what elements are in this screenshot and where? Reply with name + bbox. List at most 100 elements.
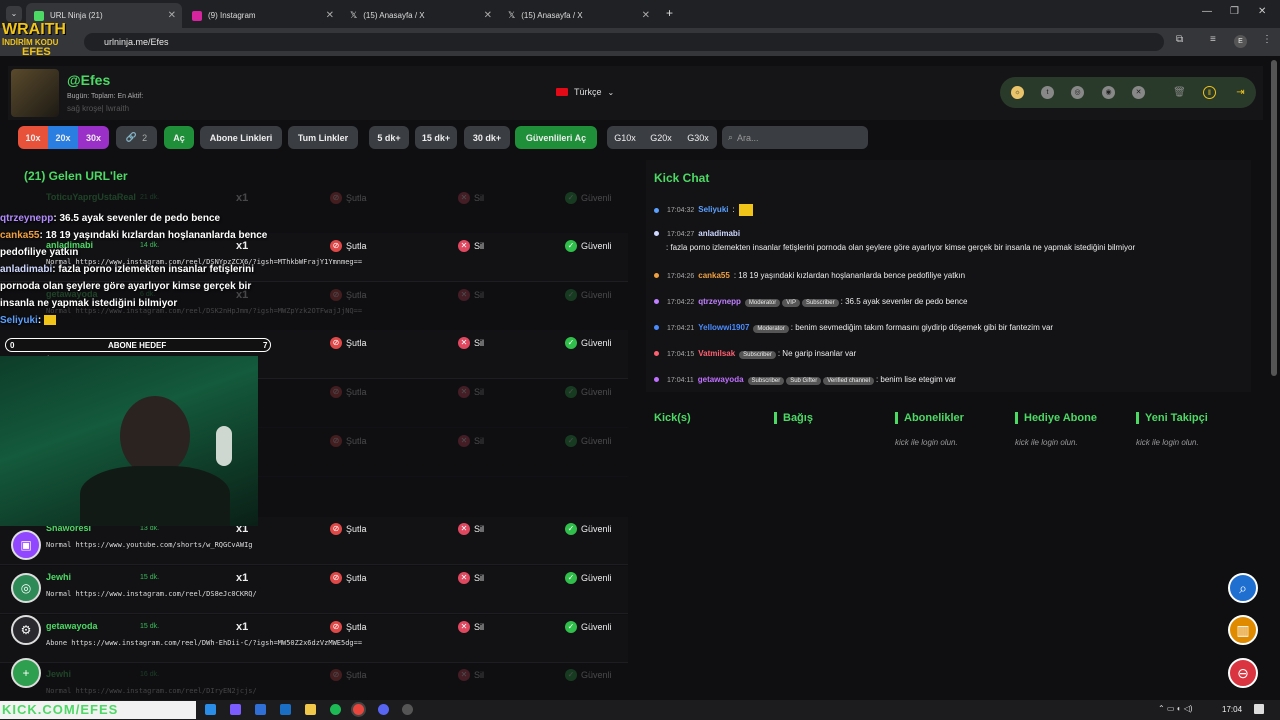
message-user[interactable]: Vatmilsak (698, 349, 735, 358)
safe-button[interactable]: ✓ Güvenli (565, 523, 612, 535)
tab-search-button[interactable]: ⌄ (6, 6, 22, 22)
copilot-icon[interactable] (230, 704, 241, 715)
skip-button[interactable]: ⊘ Şutla (330, 523, 367, 535)
delete-button[interactable]: ✕ Sil (458, 669, 484, 681)
obs-icon[interactable] (402, 704, 413, 715)
extensions-icon[interactable]: ⧉ (1176, 34, 1183, 45)
spotify-icon[interactable] (330, 704, 341, 715)
search-input[interactable]: ⌕ Ara... (722, 126, 868, 149)
remove-user-fab[interactable]: ⊖ (1228, 658, 1258, 688)
trash-icon[interactable]: 🗑 (1173, 86, 1186, 99)
close-tab-icon[interactable]: ✕ (168, 10, 176, 21)
group-g10x-button[interactable]: G10x (607, 126, 643, 149)
row-url[interactable]: Normal https://www.instagram.com/reel/DI… (46, 687, 257, 695)
url-field[interactable]: urlninja.me/Efes (84, 33, 1164, 51)
add-user-icon[interactable]: + (11, 658, 41, 688)
safe-button[interactable]: ✓ Güvenli (565, 621, 612, 633)
new-tab-button[interactable]: + (666, 6, 673, 20)
safe-button[interactable]: ✓ Güvenli (565, 289, 612, 301)
all-links-button[interactable]: Tum Linkler (288, 126, 358, 149)
message-user[interactable]: getawayoda (698, 375, 744, 384)
skip-button[interactable]: ⊘ Şutla (330, 435, 367, 447)
pause-icon[interactable]: ‖ (1203, 86, 1216, 99)
delete-button[interactable]: ✕ Sil (458, 523, 484, 535)
safe-button[interactable]: ✓ Güvenli (565, 435, 612, 447)
search-fab[interactable]: ⌕ (1228, 573, 1258, 603)
multiplier-30x-button[interactable]: 30x (78, 126, 109, 149)
tab-x-2[interactable]: 𝕏 (15) Anasayfa / X ✕ (500, 3, 656, 28)
tray-icons[interactable]: ⌃ ▭ ◐ ◁) (1158, 704, 1193, 713)
close-window-icon[interactable]: ✕ (1258, 6, 1266, 17)
delete-button[interactable]: ✕ Sil (458, 435, 484, 447)
filter-30min-button[interactable]: 30 dk+ (464, 126, 510, 149)
restore-icon[interactable]: ❐ (1230, 6, 1239, 17)
language-select[interactable]: Türkçe ⌄ (556, 87, 614, 97)
delete-button[interactable]: ✕ Sil (458, 192, 484, 204)
filter-15min-button[interactable]: 15 dk+ (415, 126, 457, 149)
skip-button[interactable]: ⊘ Şutla (330, 337, 367, 349)
safe-button[interactable]: ✓ Güvenli (565, 386, 612, 398)
group-g30x-button[interactable]: G30x (679, 126, 717, 149)
explorer-icon[interactable] (305, 704, 316, 715)
tab-instagram[interactable]: (9) Instagram ✕ (184, 3, 340, 28)
safe-button[interactable]: ✓ Güvenli (565, 669, 612, 681)
delete-button[interactable]: ✕ Sil (458, 386, 484, 398)
skip-button[interactable]: ⊘ Şutla (330, 621, 367, 633)
close-icon[interactable]: ✕ (1132, 86, 1145, 99)
delete-button[interactable]: ✕ Sil (458, 289, 484, 301)
skip-button[interactable]: ⊘ Şutla (330, 240, 367, 252)
chrome-icon[interactable] (353, 704, 364, 715)
open-safe-button[interactable]: Güvenlileri Aç (515, 126, 597, 149)
media-icon[interactable]: ≡ (1210, 34, 1216, 45)
message-user[interactable]: Seliyuki (698, 205, 728, 214)
skip-button[interactable]: ⊘ Şutla (330, 192, 367, 204)
close-tab-icon[interactable]: ✕ (642, 10, 650, 21)
skip-button[interactable]: ⊘ Şutla (330, 669, 367, 681)
safe-button[interactable]: ✓ Güvenli (565, 337, 612, 349)
delete-button[interactable]: ✕ Sil (458, 240, 484, 252)
edge-icon[interactable] (205, 704, 216, 715)
row-url[interactable]: Normal https://www.youtube.com/shorts/w_… (46, 541, 253, 549)
profile-avatar[interactable]: E (1234, 35, 1247, 48)
twitter-icon[interactable]: t (1041, 86, 1054, 99)
row-url[interactable]: Normal https://www.instagram.com/reel/DS… (46, 590, 257, 598)
skip-button[interactable]: ⊘ Şutla (330, 386, 367, 398)
close-tab-icon[interactable]: ✕ (484, 10, 492, 21)
skip-button[interactable]: ⊘ Şutla (330, 289, 367, 301)
multiplier-10x-button[interactable]: 10x (18, 126, 48, 149)
skip-button[interactable]: ⊘ Şutla (330, 572, 367, 584)
link-count-badge[interactable]: 🔗 2 (116, 126, 157, 149)
delete-button[interactable]: ✕ Sil (458, 621, 484, 633)
discord-icon[interactable] (378, 704, 389, 715)
instagram-icon[interactable]: ◎ (11, 573, 41, 603)
message-user[interactable]: Yellowwi1907 (698, 323, 749, 332)
gift-fab[interactable]: ▥ (1228, 615, 1258, 645)
message-user[interactable]: canka55 (698, 271, 730, 280)
subscriber-links-button[interactable]: Abone Linkleri (200, 126, 282, 149)
store-icon[interactable] (255, 704, 266, 715)
group-g20x-button[interactable]: G20x (643, 126, 679, 149)
multiplier-20x-button[interactable]: 20x (48, 126, 78, 149)
outlook-icon[interactable] (280, 704, 291, 715)
instagram-icon[interactable]: ◎ (1071, 86, 1084, 99)
menu-kebab-icon[interactable]: ⋮ (1262, 34, 1272, 45)
message-user[interactable]: qtrzeynepp (698, 297, 741, 306)
theme-icon[interactable]: ☼ (1011, 86, 1024, 99)
page-scrollbar[interactable] (1271, 60, 1277, 376)
delete-button[interactable]: ✕ Sil (458, 337, 484, 349)
close-tab-icon[interactable]: ✕ (326, 10, 334, 21)
message-user[interactable]: anladimabi (698, 229, 740, 238)
open-button[interactable]: Aç (164, 126, 194, 149)
logout-icon[interactable]: ⇥ (1234, 86, 1247, 99)
safe-button[interactable]: ✓ Güvenli (565, 240, 612, 252)
safe-button[interactable]: ✓ Güvenli (565, 572, 612, 584)
minimize-icon[interactable]: — (1202, 6, 1212, 17)
twitch-icon[interactable]: ▣ (11, 530, 41, 560)
discord-icon[interactable]: ◉ (1102, 86, 1115, 99)
delete-button[interactable]: ✕ Sil (458, 572, 484, 584)
notification-icon[interactable] (1254, 704, 1264, 714)
row-url[interactable]: Abone https://www.instagram.com/reel/DWh… (46, 639, 362, 647)
tab-x-1[interactable]: 𝕏 (15) Anasayfa / X ✕ (342, 3, 498, 28)
settings-icon[interactable]: ⚙ (11, 615, 41, 645)
safe-button[interactable]: ✓ Güvenli (565, 192, 612, 204)
